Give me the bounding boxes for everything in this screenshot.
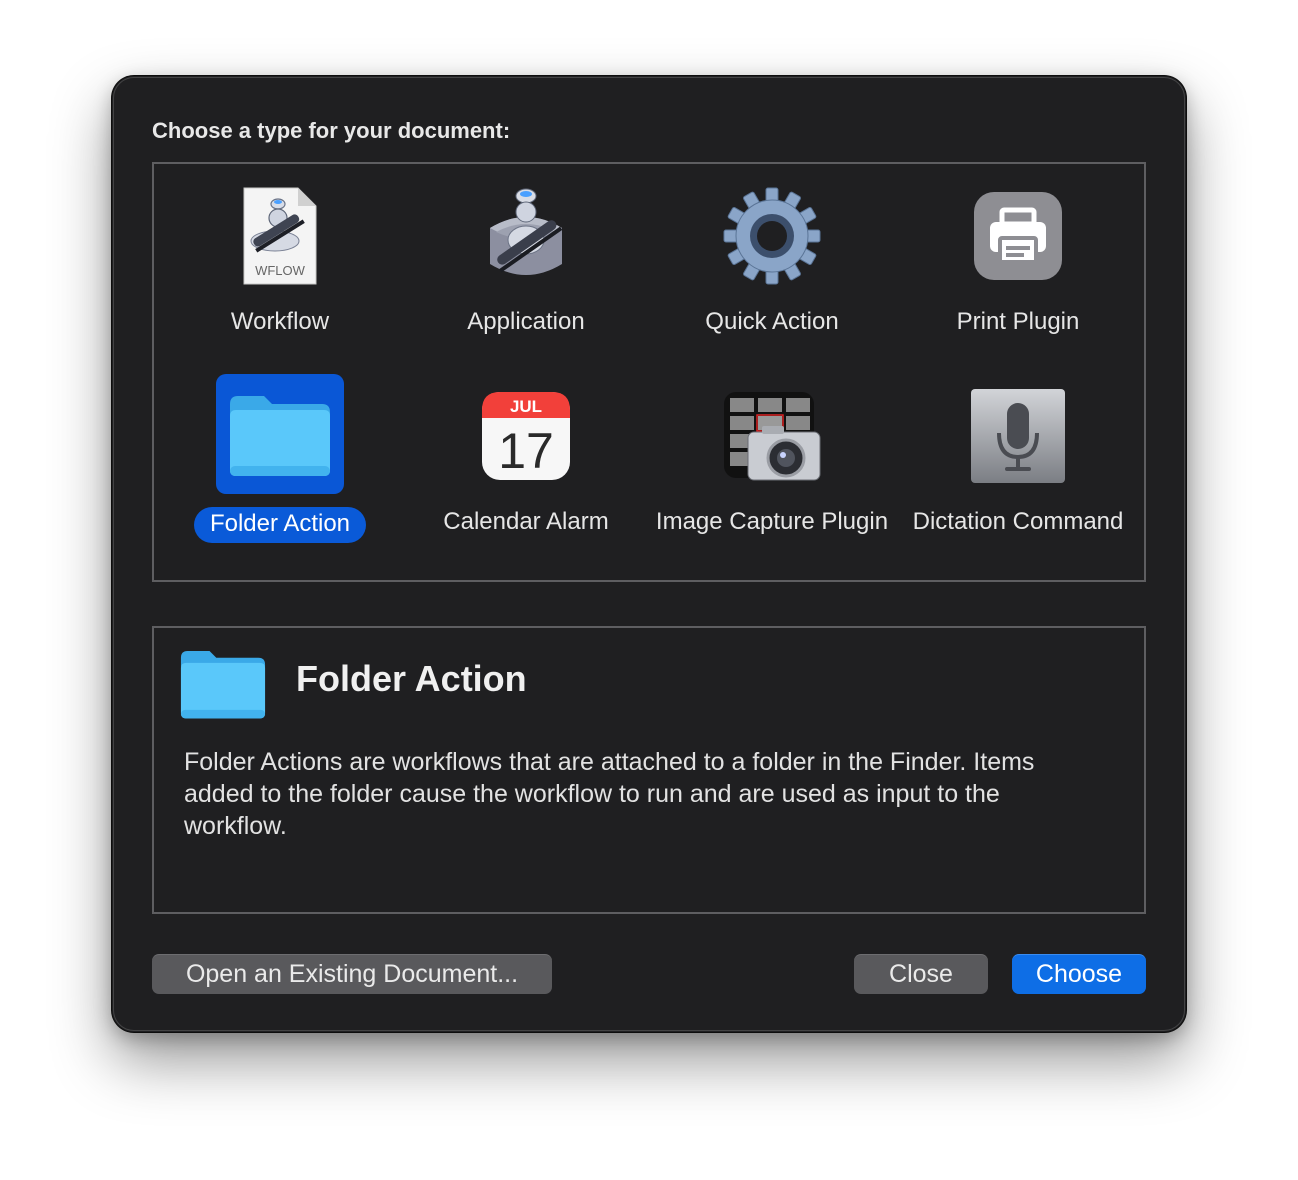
type-tile-quick-action[interactable]: Quick Action (652, 174, 892, 374)
svg-text:17: 17 (498, 423, 554, 479)
description-title: Folder Action (296, 658, 527, 699)
type-tile-workflow[interactable]: WFLOW Workflow (160, 174, 400, 374)
description-text: Folder Actions are workflows that are at… (184, 748, 1035, 840)
type-tile-calendar-alarm[interactable]: JUL 17 Calendar Alarm (406, 374, 646, 574)
document-type-dialog: Choose a type for your document: WFLOW W… (112, 76, 1186, 1032)
type-label: Image Capture Plugin (655, 508, 889, 535)
type-tile-image-capture-plugin[interactable]: Image Capture Plugin (652, 374, 892, 574)
svg-text:WFLOW: WFLOW (255, 263, 306, 278)
document-type-grid: WFLOW Workflow Application Quick Action … (152, 162, 1146, 582)
open-existing-document-button[interactable]: Open an Existing Document... (152, 954, 552, 994)
gear-icon (722, 186, 822, 286)
type-tile-dictation-command[interactable]: Dictation Command (898, 374, 1138, 574)
choose-button[interactable]: Choose (1012, 954, 1146, 994)
dialog-prompt: Choose a type for your document: (152, 118, 511, 143)
type-tile-folder-action[interactable]: Folder Action (160, 374, 400, 574)
folder-icon (178, 646, 268, 725)
workflow-document-icon: WFLOW (230, 186, 330, 286)
type-label: Dictation Command (912, 508, 1124, 535)
close-button[interactable]: Close (854, 954, 988, 994)
calendar-icon: JUL 17 (476, 386, 576, 486)
type-label: Application (467, 308, 585, 335)
type-tile-print-plugin[interactable]: Print Plugin (898, 174, 1138, 374)
svg-text:JUL: JUL (510, 397, 542, 416)
description-panel: Folder Action Folder Actions are workflo… (152, 626, 1146, 914)
microphone-icon (968, 386, 1068, 486)
type-label: Folder Action (160, 507, 400, 543)
type-tile-application[interactable]: Application (406, 174, 646, 374)
type-label: Quick Action (705, 308, 839, 335)
printer-icon (968, 186, 1068, 286)
type-label: Calendar Alarm (443, 508, 609, 535)
type-label: Workflow (230, 308, 330, 335)
type-label: Print Plugin (956, 308, 1080, 335)
automator-application-icon (476, 186, 576, 286)
folder-icon (216, 374, 344, 494)
image-capture-icon (722, 386, 822, 486)
